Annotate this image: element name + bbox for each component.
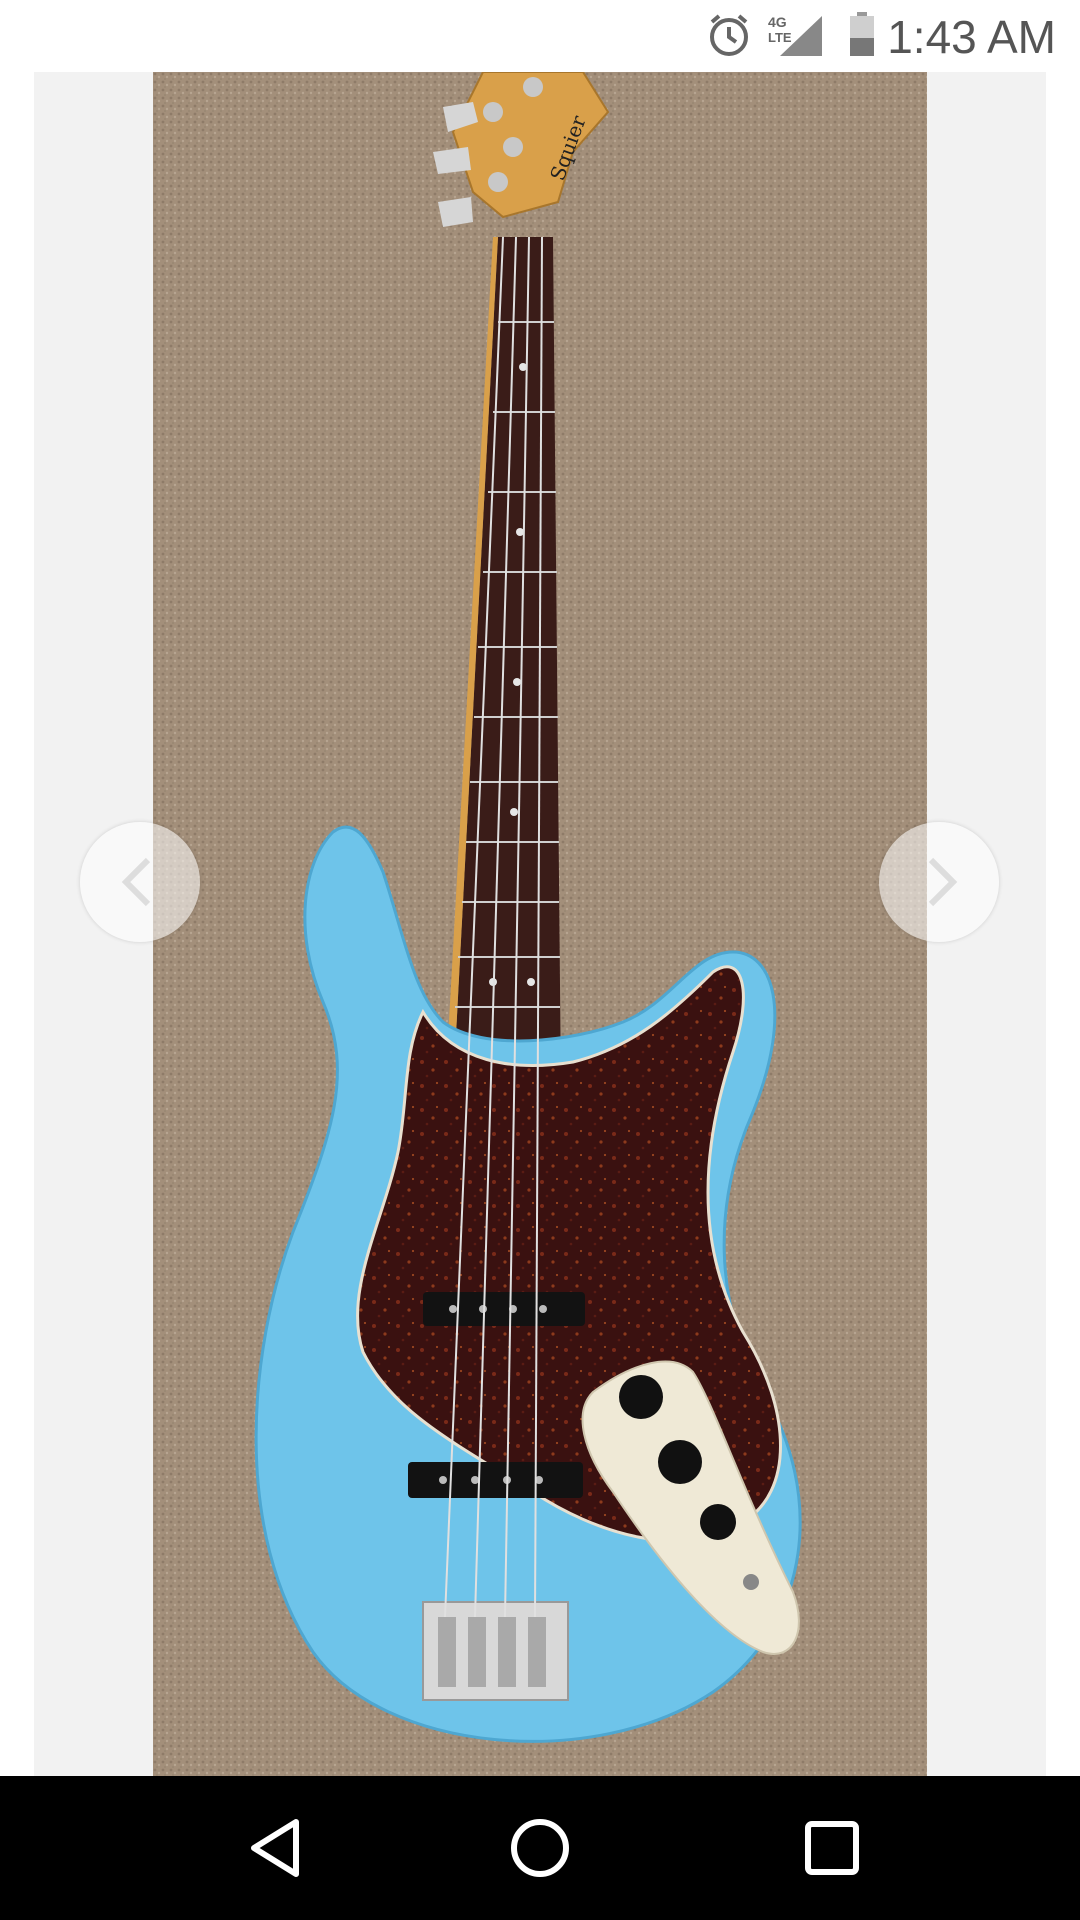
home-button[interactable]	[504, 1812, 576, 1884]
product-photo[interactable]: Squier	[153, 72, 927, 1776]
clock: 1:43 AM	[887, 11, 1056, 63]
status-bar: 4G LTE 1:43 AM	[0, 0, 1080, 72]
battery-icon	[848, 12, 876, 63]
home-icon	[511, 1819, 569, 1877]
svg-text:4G: 4G	[768, 14, 787, 30]
back-button[interactable]	[240, 1812, 312, 1884]
alarm-icon	[706, 12, 752, 63]
image-viewer[interactable]: Squier	[0, 72, 1080, 1776]
recents-icon	[805, 1821, 859, 1875]
back-icon	[251, 1819, 299, 1877]
svg-text:LTE: LTE	[768, 30, 792, 45]
next-image-button[interactable]	[879, 822, 999, 942]
chevron-left-icon	[121, 857, 151, 907]
system-navigation-bar	[0, 1776, 1080, 1920]
gallery-margin-left	[0, 72, 34, 1776]
chevron-right-icon	[928, 857, 958, 907]
recents-button[interactable]	[796, 1812, 868, 1884]
bass-guitar-image: Squier	[153, 72, 927, 1776]
signal-icon: 4G LTE	[768, 12, 824, 63]
previous-image-button[interactable]	[80, 822, 200, 942]
gallery-margin-right	[1046, 72, 1080, 1776]
